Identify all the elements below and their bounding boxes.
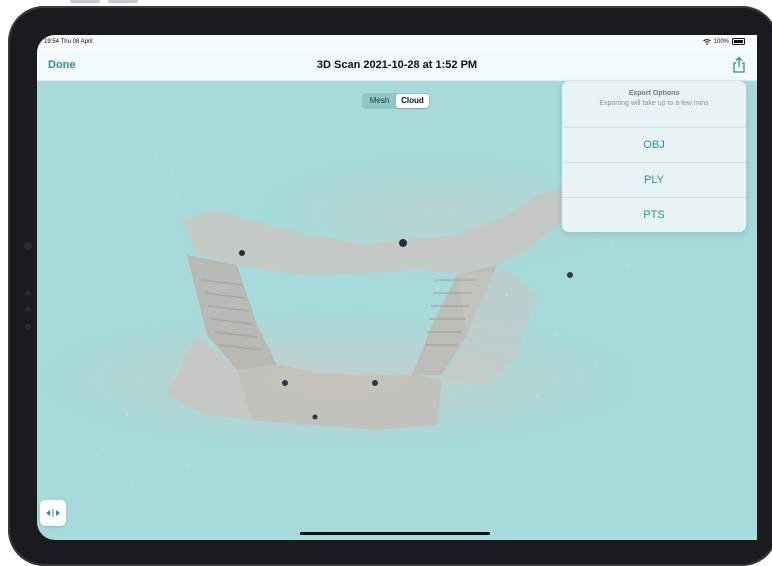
export-obj-option[interactable]: OBJ	[562, 128, 746, 163]
volume-button	[70, 0, 100, 3]
navigation-bar: Done 3D Scan 2021-10-28 at 1:52 PM	[37, 52, 757, 81]
power-button	[108, 0, 138, 3]
status-indicators: 100%	[702, 38, 745, 45]
front-camera	[24, 242, 32, 250]
sensor-dot	[25, 290, 31, 296]
popover-subtitle: Exporting will take up to a few mins	[599, 100, 709, 107]
share-icon[interactable]	[731, 56, 747, 74]
status-time: 19:54 Thu 08 April	[44, 39, 93, 45]
sensor-dot	[25, 324, 31, 330]
segment-cloud[interactable]: Cloud	[396, 94, 429, 108]
status-bar: 19:54 Thu 08 April 100%	[37, 35, 757, 52]
page-title: 3D Scan 2021-10-28 at 1:52 PM	[316, 59, 478, 71]
battery-percent: 100%	[713, 38, 729, 45]
segment-mesh[interactable]: Mesh	[363, 94, 396, 108]
battery-icon	[732, 38, 745, 45]
export-options-popover: Export Options Exporting will take up to…	[562, 81, 746, 232]
export-pts-option[interactable]: PTS	[562, 198, 746, 232]
home-indicator[interactable]	[300, 532, 490, 535]
view-mode-segmented-control: Mesh Cloud	[362, 93, 430, 109]
wifi-icon	[702, 38, 711, 45]
app-screen: 19:54 Thu 08 April 100% Done 3D Scan 202…	[37, 35, 757, 540]
export-ply-option[interactable]: PLY	[562, 163, 746, 198]
popover-title: Export Options	[628, 90, 680, 97]
compare-arrows-icon	[46, 509, 60, 517]
popover-header: Export Options Exporting will take up to…	[562, 81, 746, 128]
compare-button[interactable]	[40, 500, 66, 526]
sensor-dot	[25, 306, 31, 312]
